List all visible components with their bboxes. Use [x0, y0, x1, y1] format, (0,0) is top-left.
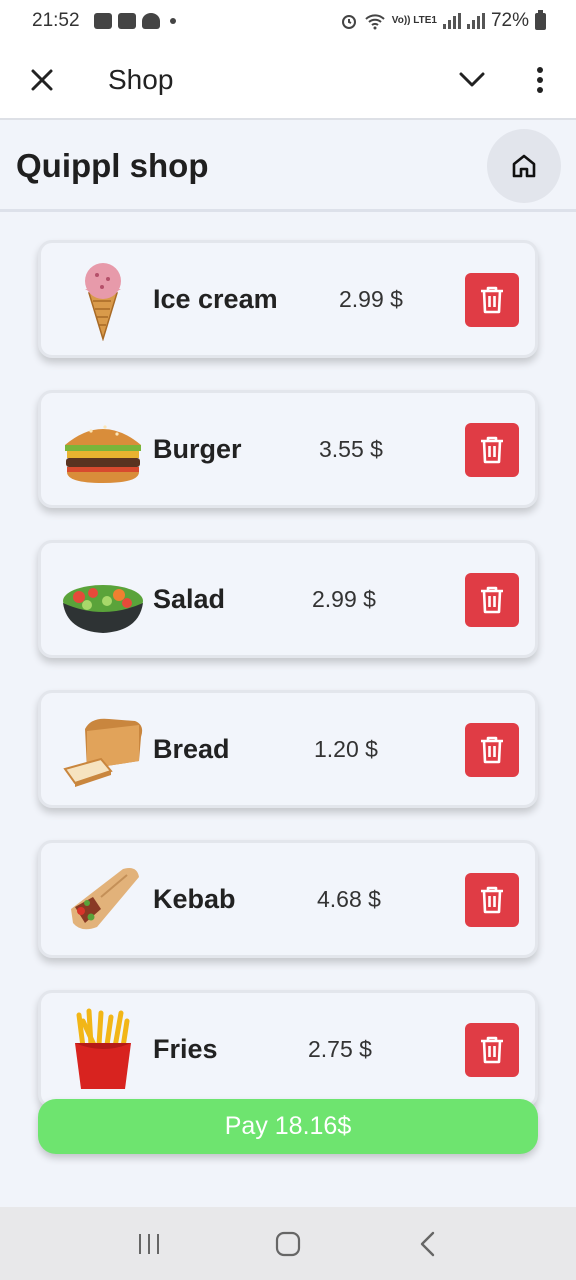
delete-button[interactable]: [465, 873, 519, 927]
shop-header: Quippl shop: [0, 122, 576, 212]
cart-list: Ice cream 2.99 $ Burger 3.55 $ Salad 2.9…: [38, 240, 538, 1140]
salad-image: [63, 585, 143, 633]
app-title: Shop: [108, 64, 174, 95]
cart-item: Bread 1.20 $: [38, 690, 538, 808]
signal-2-icon: [466, 13, 485, 29]
alarm-icon: [341, 15, 356, 29]
item-name: Ice cream: [153, 283, 278, 314]
delete-button[interactable]: [465, 1023, 519, 1077]
delete-button[interactable]: [465, 423, 519, 477]
gallery-icon: [93, 13, 112, 29]
item-price: 2.99 $: [312, 585, 376, 612]
more-notifications-icon: [169, 18, 176, 24]
item-price: 1.20 $: [314, 735, 378, 762]
status-bar: 21:52 Vo)) LTE1 72%: [0, 0, 576, 42]
home-button[interactable]: [487, 128, 561, 203]
app-bar: Shop: [0, 42, 576, 120]
collapse-button[interactable]: [448, 56, 496, 104]
home-icon: [512, 154, 536, 177]
home-nav-icon: [275, 1231, 301, 1256]
network-label: Vo)) LTE1: [391, 15, 437, 26]
item-price: 4.68 $: [317, 885, 381, 912]
item-name: Salad: [153, 583, 226, 614]
trash-icon: [481, 886, 503, 914]
recent-apps-icon: [139, 1233, 160, 1254]
battery-level: 72%: [490, 10, 529, 31]
delete-button[interactable]: [465, 723, 519, 777]
close-icon: [31, 69, 53, 91]
item-price: 2.99 $: [339, 285, 403, 312]
fries-image: [75, 1008, 131, 1089]
back-button[interactable]: [397, 1214, 457, 1274]
battery-icon: [535, 9, 546, 30]
cart-item: Burger 3.55 $: [38, 390, 538, 508]
youtube-icon: [117, 13, 136, 29]
shop-title: Quippl shop: [16, 146, 209, 184]
item-name: Fries: [153, 1033, 218, 1064]
status-time: 21:52: [32, 10, 80, 31]
back-icon: [420, 1231, 434, 1256]
delete-button[interactable]: [465, 273, 519, 327]
more-options-button[interactable]: [516, 56, 564, 104]
system-nav-bar: [0, 1207, 576, 1280]
wifi-icon: [365, 14, 385, 30]
item-price: 2.75 $: [308, 1035, 372, 1062]
home-nav-button[interactable]: [258, 1214, 318, 1274]
bread-image: [63, 718, 143, 787]
item-price: 3.55 $: [319, 435, 383, 462]
pay-button[interactable]: Pay 18.16$: [38, 1099, 538, 1154]
cart-item: Salad 2.99 $: [38, 540, 538, 658]
trash-icon: [481, 586, 503, 614]
more-vertical-icon: [537, 67, 543, 93]
delete-button[interactable]: [465, 573, 519, 627]
item-name: Bread: [153, 733, 230, 764]
item-name: Kebab: [153, 883, 236, 914]
close-button[interactable]: [18, 56, 66, 104]
ice-cream-image: [85, 263, 121, 341]
cart-item: Ice cream 2.99 $: [38, 240, 538, 358]
item-name: Burger: [153, 433, 242, 464]
cart-item: Fries 2.75 $: [38, 990, 538, 1108]
recent-apps-button[interactable]: [119, 1214, 179, 1274]
trash-icon: [481, 436, 503, 464]
trash-icon: [481, 736, 503, 764]
trash-icon: [481, 286, 503, 314]
trash-icon: [481, 1036, 503, 1064]
chevron-down-icon: [459, 72, 485, 87]
snapchat-icon: [141, 13, 160, 29]
signal-1-icon: [442, 13, 461, 29]
cart-item: Kebab 4.68 $: [38, 840, 538, 958]
kebab-image: [71, 868, 139, 930]
burger-image: [65, 425, 141, 483]
